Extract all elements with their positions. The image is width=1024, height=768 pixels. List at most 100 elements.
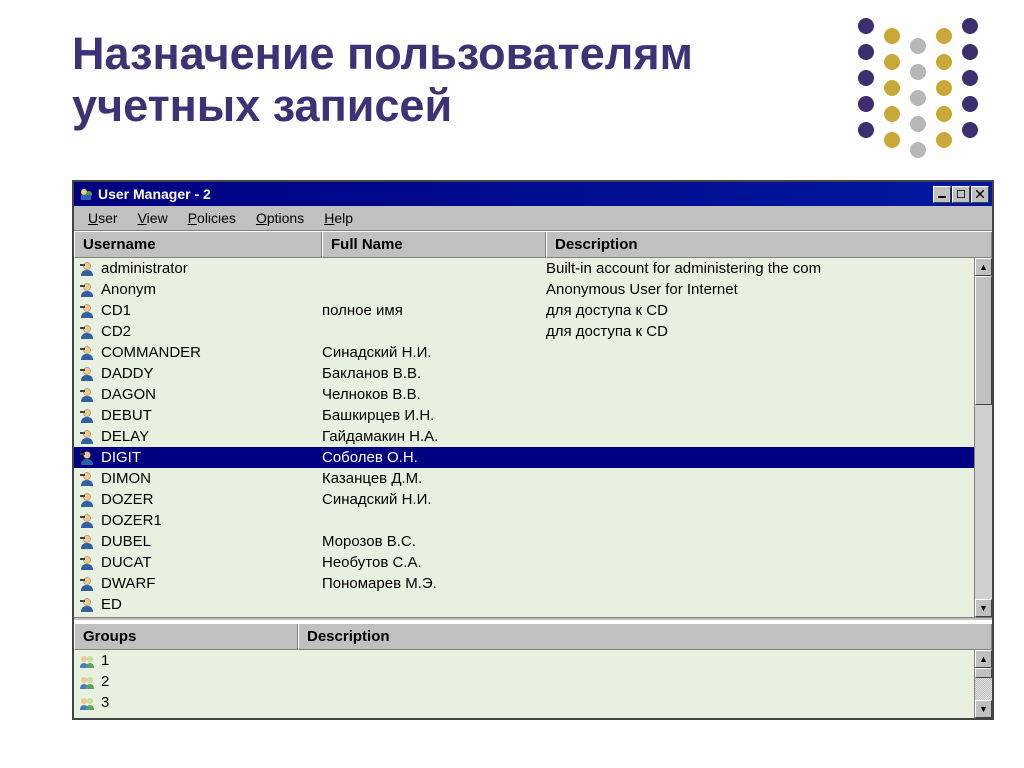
col-description[interactable]: Description xyxy=(546,232,992,258)
minimize-button[interactable] xyxy=(933,186,951,203)
col-username[interactable]: Username xyxy=(74,232,322,258)
scroll-down-icon[interactable]: ▼ xyxy=(975,599,992,617)
menu-user[interactable]: User xyxy=(78,208,128,228)
table-row[interactable]: DUCATНеобутов С.А. xyxy=(74,552,974,573)
menu-help[interactable]: Help xyxy=(314,208,363,228)
group-columns: Groups Description xyxy=(74,623,992,650)
user-icon xyxy=(77,449,97,467)
users-scrollbar[interactable]: ▲ ▼ xyxy=(974,258,992,617)
table-row[interactable]: DEBUTБашкирцев И.Н. xyxy=(74,405,974,426)
table-row[interactable]: DIGITСоболев О.Н. xyxy=(74,447,974,468)
cell-fullname: Синадский Н.И. xyxy=(322,344,546,361)
table-row[interactable]: 3 xyxy=(74,692,974,713)
users-pane: Username Full Name Description administr… xyxy=(74,231,992,617)
scroll-thumb[interactable] xyxy=(975,668,992,678)
cell-username: Anonym xyxy=(101,281,322,298)
scroll-up-icon[interactable]: ▲ xyxy=(975,258,992,276)
cell-group-name: 1 xyxy=(101,652,298,669)
cell-description: Built-in account for administering the c… xyxy=(546,260,974,277)
user-icon xyxy=(77,407,97,425)
user-icon xyxy=(77,470,97,488)
cell-fullname: Соболев О.Н. xyxy=(322,449,546,466)
user-icon xyxy=(77,386,97,404)
cell-username: CD1 xyxy=(101,302,322,319)
cell-description: для доступа к CD xyxy=(546,323,974,340)
menu-view[interactable]: View xyxy=(128,208,178,228)
groups-pane: Groups Description 1 2 3 ▲ ▼ xyxy=(74,621,992,718)
menu-policies[interactable]: Policies xyxy=(178,208,246,228)
user-icon xyxy=(77,302,97,320)
col-fullname[interactable]: Full Name xyxy=(322,232,546,258)
user-list[interactable]: administratorBuilt-in account for admini… xyxy=(74,258,974,617)
title-line-2: учетных записей xyxy=(72,80,452,131)
cell-username: DELAY xyxy=(101,428,322,445)
user-icon xyxy=(77,512,97,530)
cell-username: DIGIT xyxy=(101,449,322,466)
group-icon xyxy=(77,694,97,712)
groups-scrollbar[interactable]: ▲ ▼ xyxy=(974,650,992,718)
scroll-thumb[interactable] xyxy=(975,276,992,405)
cell-username: DUBEL xyxy=(101,533,322,550)
table-row[interactable]: CD1полное имядля доступа к CD xyxy=(74,300,974,321)
close-button[interactable] xyxy=(971,186,989,203)
cell-fullname: Пономарев М.Э. xyxy=(322,575,546,592)
user-icon xyxy=(77,323,97,341)
table-row[interactable]: DELAYГайдамакин Н.А. xyxy=(74,426,974,447)
table-row[interactable]: COMMANDERСинадский Н.И. xyxy=(74,342,974,363)
table-row[interactable]: administratorBuilt-in account for admini… xyxy=(74,258,974,279)
cell-username: DAGON xyxy=(101,386,322,403)
col-groups[interactable]: Groups xyxy=(74,624,298,650)
user-icon xyxy=(77,596,97,614)
cell-username: COMMANDER xyxy=(101,344,322,361)
user-icon xyxy=(77,365,97,383)
cell-fullname: Башкирцев И.Н. xyxy=(322,407,546,424)
table-row[interactable]: 2 xyxy=(74,671,974,692)
table-row[interactable]: CD2 для доступа к CD xyxy=(74,321,974,342)
cell-fullname: Бакланов В.В. xyxy=(322,365,546,382)
table-row[interactable]: DWARFПономарев М.Э. xyxy=(74,573,974,594)
table-row[interactable]: DIMONКазанцев Д.М. xyxy=(74,468,974,489)
cell-username: CD2 xyxy=(101,323,322,340)
slide-title: Назначение пользователям учетных записей xyxy=(72,28,693,132)
user-manager-window: User Manager - 2 User View Policies Opti… xyxy=(72,180,994,720)
scroll-down-icon[interactable]: ▼ xyxy=(975,700,992,718)
table-row[interactable]: DAGONЧелноков В.В. xyxy=(74,384,974,405)
titlebar[interactable]: User Manager - 2 xyxy=(74,182,992,206)
window-controls xyxy=(932,186,989,203)
cell-fullname: Челноков В.В. xyxy=(322,386,546,403)
group-list[interactable]: 1 2 3 xyxy=(74,650,974,718)
table-row[interactable]: DOZERСинадский Н.И. xyxy=(74,489,974,510)
cell-description: Anonymous User for Internet xyxy=(546,281,974,298)
cell-group-name: 2 xyxy=(101,673,298,690)
table-row[interactable]: Anonym Anonymous User for Internet xyxy=(74,279,974,300)
title-line-1: Назначение пользователям xyxy=(72,28,693,79)
user-columns: Username Full Name Description xyxy=(74,231,992,258)
menu-options[interactable]: Options xyxy=(246,208,314,228)
cell-fullname: Синадский Н.И. xyxy=(322,491,546,508)
cell-fullname: Казанцев Д.М. xyxy=(322,470,546,487)
menubar: User View Policies Options Help xyxy=(74,206,992,231)
scroll-up-icon[interactable]: ▲ xyxy=(975,650,992,668)
cell-username: DIMON xyxy=(101,470,322,487)
col-group-description[interactable]: Description xyxy=(298,624,992,650)
table-row[interactable]: 1 xyxy=(74,650,974,671)
user-icon xyxy=(77,533,97,551)
maximize-button[interactable] xyxy=(952,186,970,203)
app-icon xyxy=(78,186,94,202)
cell-username: DOZER1 xyxy=(101,512,322,529)
user-icon xyxy=(77,554,97,572)
user-icon xyxy=(77,575,97,593)
cell-description: для доступа к CD xyxy=(546,302,974,319)
cell-fullname: Необутов С.А. xyxy=(322,554,546,571)
decorative-dots xyxy=(848,8,1008,178)
table-row[interactable]: DOZER1 xyxy=(74,510,974,531)
cell-username: DADDY xyxy=(101,365,322,382)
table-row[interactable]: ED xyxy=(74,594,974,615)
cell-username: ED xyxy=(101,596,322,613)
table-row[interactable]: DUBELМорозов В.С. xyxy=(74,531,974,552)
user-icon xyxy=(77,281,97,299)
table-row[interactable]: DADDYБакланов В.В. xyxy=(74,363,974,384)
cell-username: DUCAT xyxy=(101,554,322,571)
cell-username: DOZER xyxy=(101,491,322,508)
cell-username: DWARF xyxy=(101,575,322,592)
